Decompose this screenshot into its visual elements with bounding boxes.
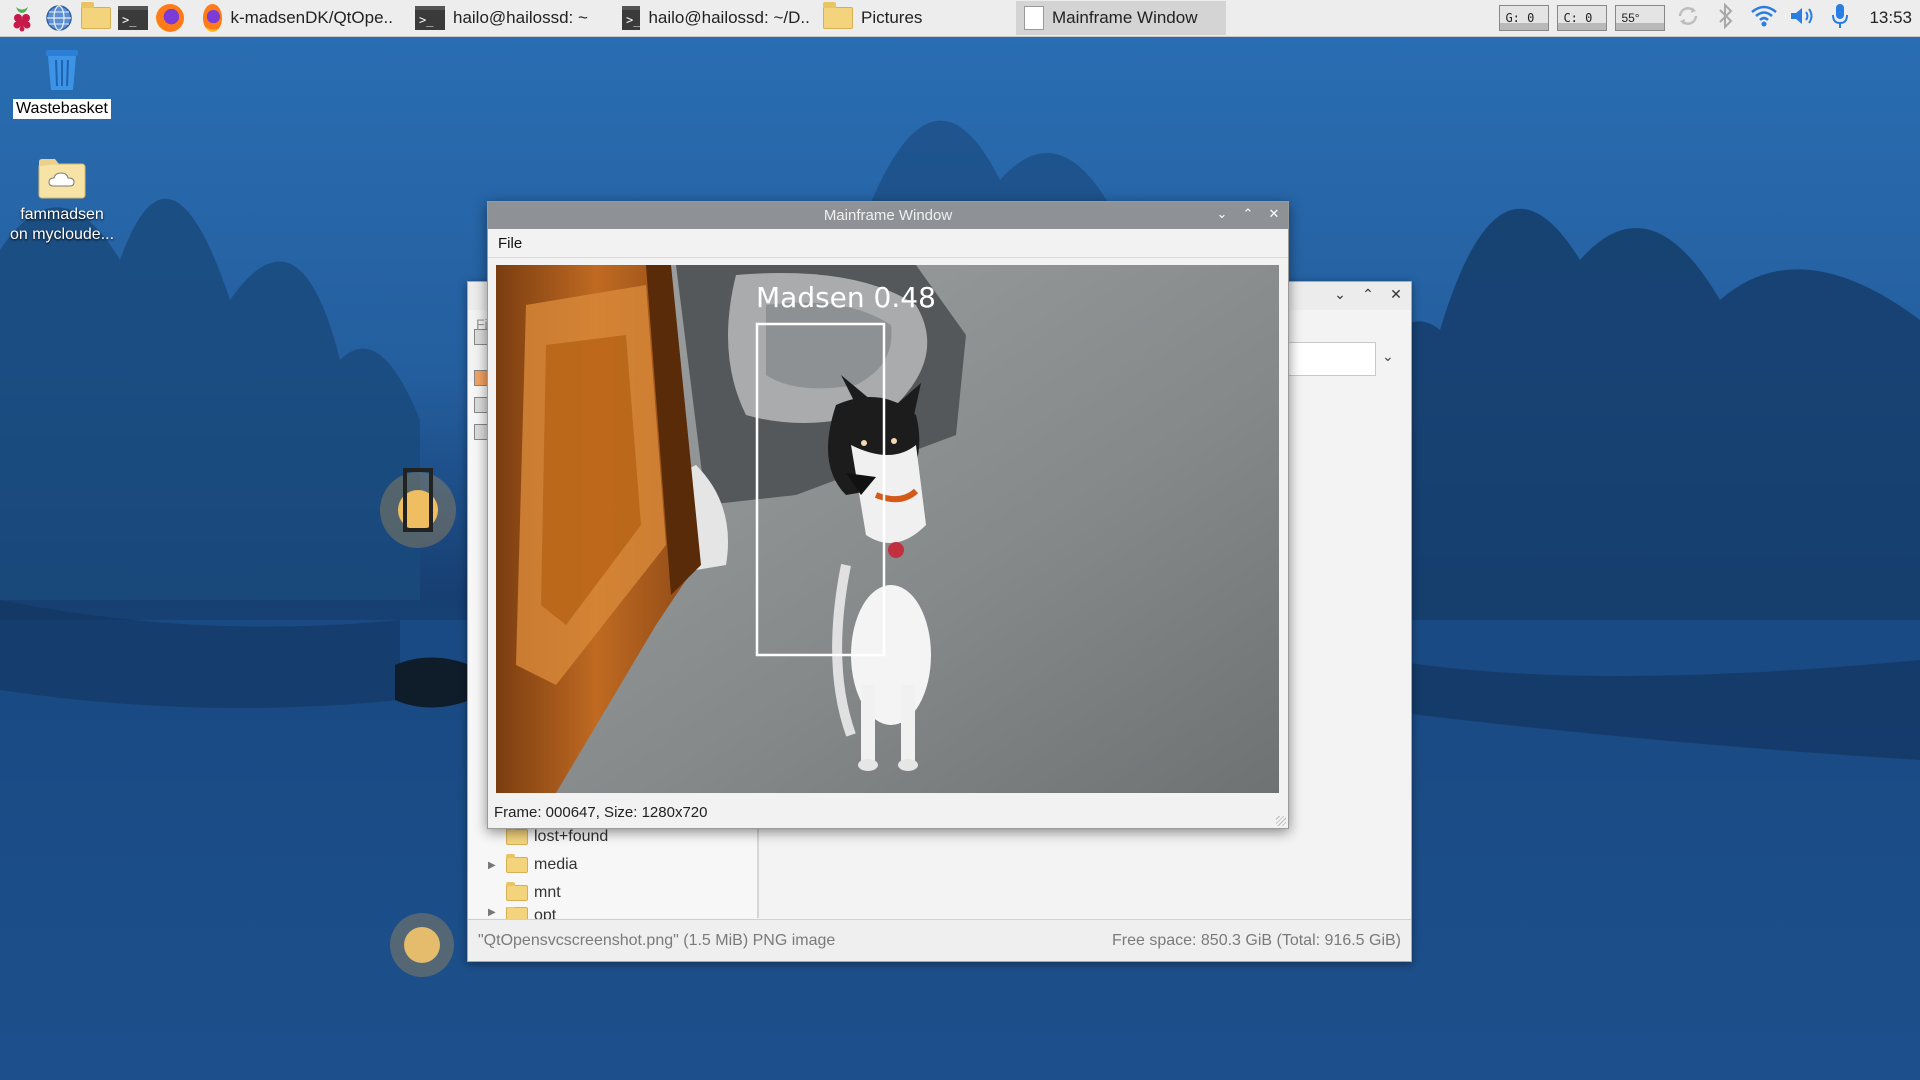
taskbar: >_ k-madsenDK/QtOpe.. >_ hailo@hailossd:… <box>0 0 1920 37</box>
terminal-launcher-icon[interactable]: >_ <box>118 3 148 33</box>
gpu-monitor[interactable]: G: 0 <box>1499 5 1550 31</box>
task-label: Mainframe Window <box>1052 8 1198 27</box>
folder-icon <box>506 882 528 901</box>
update-icon[interactable] <box>1673 3 1703 34</box>
terminal-icon: >_ <box>415 6 445 30</box>
cloud-folder-icon <box>38 159 86 199</box>
video-frame: Madsen 0.48 <box>496 265 1279 793</box>
task-label: k-madsenDK/QtOpe.. <box>230 8 393 27</box>
cloud-label-line2: on mycloude... <box>9 226 115 243</box>
mainframe-window[interactable]: Mainframe Window ⌄ ⌃ ✕ File Madsen 0.48 … <box>487 201 1289 829</box>
wastebasket-icon <box>46 50 78 90</box>
menubar: File <box>488 229 1288 258</box>
task-mainframe-window[interactable]: Mainframe Window <box>1016 1 1226 35</box>
file-manager-icon[interactable] <box>81 2 111 33</box>
terminal-icon: >_ <box>622 6 641 30</box>
camera-image: Madsen 0.48 <box>496 265 1279 793</box>
raspberry-menu-icon[interactable] <box>7 3 37 33</box>
window-icon <box>1024 6 1044 30</box>
task-label: hailo@hailossd: ~/D.. <box>648 8 810 27</box>
task-label: Pictures <box>861 8 923 27</box>
wastebasket-desktop-icon[interactable]: Wastebasket <box>12 44 112 119</box>
maximize-icon[interactable]: ⌃ <box>1359 286 1377 303</box>
wifi-icon[interactable] <box>1749 3 1779 34</box>
task-terminal-home[interactable]: >_ hailo@hailossd: ~ <box>407 1 608 35</box>
task-pictures[interactable]: Pictures <box>815 1 1016 35</box>
window-title: Mainframe Window <box>823 207 953 224</box>
maximize-icon[interactable]: ⌃ <box>1240 206 1256 222</box>
menu-file[interactable]: File <box>488 235 532 252</box>
task-firefox[interactable]: k-madsenDK/QtOpe.. <box>195 1 401 35</box>
chevron-down-icon[interactable]: ⌄ <box>1382 348 1394 365</box>
web-browser-icon[interactable] <box>44 3 74 33</box>
tree-item[interactable]: ▶ opt <box>488 907 608 919</box>
microphone-icon[interactable] <box>1825 2 1855 35</box>
cpu-monitor[interactable]: C: 0 <box>1557 5 1608 31</box>
selected-file-info: "QtOpensvcscreenshot.png" (1.5 MiB) PNG … <box>478 931 836 949</box>
folder-icon <box>506 854 528 873</box>
wastebasket-label: Wastebasket <box>13 99 111 119</box>
temperature-monitor[interactable]: 55° <box>1615 5 1666 31</box>
cloud-label-line1: fammadsen <box>20 206 104 223</box>
file-manager-statusbar: "QtOpensvcscreenshot.png" (1.5 MiB) PNG … <box>468 919 1411 961</box>
mainframe-titlebar[interactable]: Mainframe Window ⌄ ⌃ ✕ <box>488 202 1288 229</box>
minimize-icon[interactable]: ⌄ <box>1214 206 1230 222</box>
folder-icon <box>506 907 528 919</box>
close-icon[interactable]: ✕ <box>1387 286 1405 303</box>
expand-arrow-icon[interactable]: ▶ <box>488 860 500 871</box>
cloud-drive-desktop-icon[interactable]: fammadsen on mycloude... <box>2 156 122 245</box>
close-icon[interactable]: ✕ <box>1266 206 1282 222</box>
clock[interactable]: 13:53 <box>1869 8 1912 28</box>
free-space-info: Free space: 850.3 GiB (Total: 916.5 GiB) <box>1111 931 1401 949</box>
folder-icon <box>823 2 853 29</box>
bluetooth-icon[interactable] <box>1711 2 1741 34</box>
task-terminal-docs[interactable]: >_ hailo@hailossd: ~/D.. <box>614 1 815 35</box>
detection-label: Madsen 0.48 <box>756 281 936 314</box>
directory-tree: lost+found ▶ media mnt ▶ opt <box>488 823 608 919</box>
minimize-icon[interactable]: ⌄ <box>1331 286 1349 303</box>
task-label: hailo@hailossd: ~ <box>453 8 588 27</box>
tree-item[interactable]: mnt <box>488 879 608 907</box>
folder-icon <box>506 826 528 845</box>
frame-status: Frame: 000647, Size: 1280x720 <box>494 804 708 821</box>
firefox-icon <box>203 4 223 32</box>
firefox-launcher-icon[interactable] <box>155 3 185 33</box>
tree-item[interactable]: ▶ media <box>488 851 608 879</box>
system-tray: G: 0 C: 0 55° 13:53 <box>1499 0 1920 36</box>
volume-icon[interactable] <box>1787 3 1817 34</box>
path-input[interactable] <box>1288 342 1376 376</box>
resize-grip-icon[interactable] <box>1276 816 1286 826</box>
